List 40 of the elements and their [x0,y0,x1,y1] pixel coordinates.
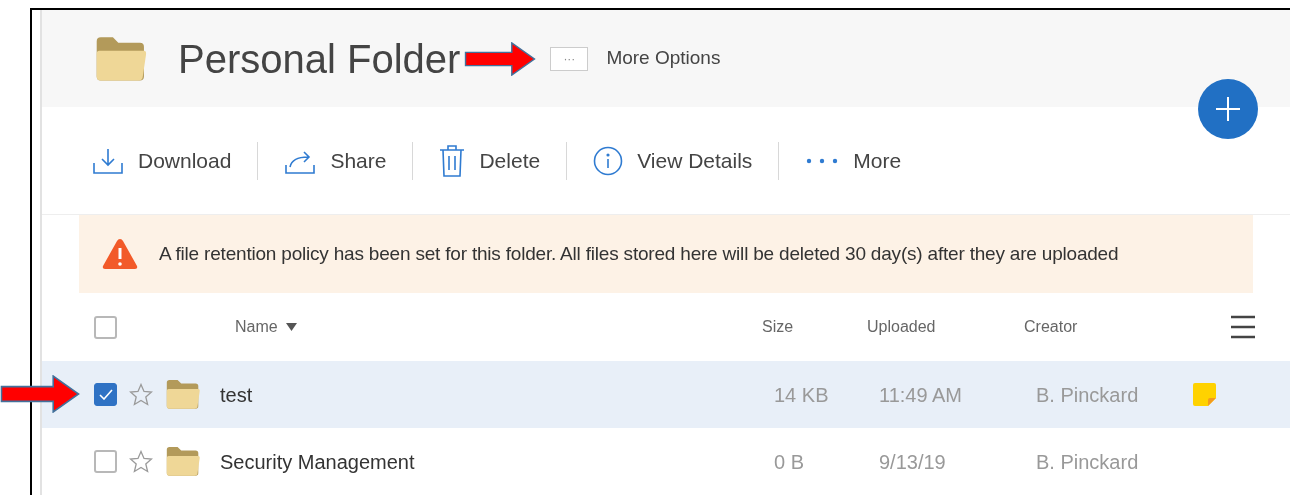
file-size: 14 KB [774,383,829,406]
warning-icon [101,237,139,271]
toolbar-button[interactable]: Delete [439,143,541,178]
download-icon [92,146,124,175]
star-icon[interactable] [129,383,153,406]
upload-date: 9/13/19 [879,450,946,473]
file-row[interactable]: test 14 KB 11:49 AM B. Pinckard [42,361,1290,428]
folder-title: Personal Folder [178,35,461,83]
note-icon[interactable] [1192,382,1217,407]
ellipsis-icon: ··· [550,46,589,71]
toolbar-button[interactable]: More [805,144,902,177]
checkbox[interactable] [94,315,117,339]
toolbar-button[interactable]: View Details [593,144,753,177]
upload-date: 11:49 AM [879,383,963,406]
column-header[interactable]: Size [762,315,794,339]
more-icon [805,156,840,165]
plus-icon [1215,96,1241,122]
add-button[interactable] [1198,79,1258,139]
trash-icon [439,143,466,178]
folder-icon [165,446,201,477]
menu-icon[interactable] [1230,315,1256,339]
check-icon [98,389,113,400]
banner-text: A file retention policy has been set for this folder. All files stored here will be deleted 30 day(s) after they are uploaded [159,241,1119,266]
file-name[interactable]: Security Management [220,450,415,473]
file-name[interactable]: test [220,383,253,406]
column-header[interactable]: Creator [1024,315,1078,339]
creator-name: B. Pinckard [1036,383,1139,406]
file-size: 0 B [774,450,805,473]
column-header[interactable]: Name [235,315,278,339]
checkbox[interactable] [94,383,117,406]
toolbar-button[interactable]: Share [284,144,387,177]
checkbox[interactable] [94,450,117,473]
creator-name: B. Pinckard [1036,450,1139,473]
star-icon[interactable] [129,450,153,473]
more-options-button[interactable]: ··· More Options [550,44,721,73]
column-header[interactable]: Uploaded [867,315,936,339]
folder-icon [165,379,201,410]
info-icon [593,145,624,176]
folder-icon [94,35,148,82]
toolbar-button[interactable]: Download [92,144,232,177]
